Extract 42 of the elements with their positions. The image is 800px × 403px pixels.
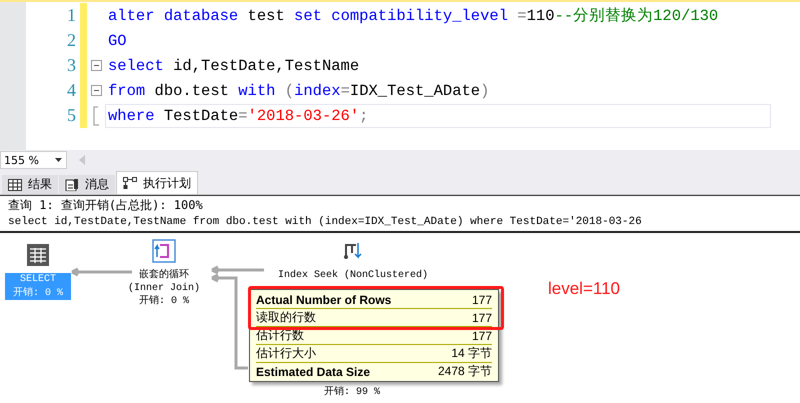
annotation-text: level=110	[548, 279, 620, 299]
plan-icon	[123, 177, 137, 189]
document-icon	[65, 178, 79, 190]
code-line: alter database test set compatibility_level =110--分别替换为120/130	[107, 6, 720, 27]
result-tab[interactable]: 结果	[2, 175, 58, 194]
line-number: 3	[66, 55, 76, 76]
property-value: 177	[472, 328, 492, 342]
fold-end-icon	[93, 106, 99, 126]
query-sql-text: select id,TestDate,TestName from dbo.test with (index=IDX_Test_ADate) where TestDate='2018-03-26	[0, 214, 800, 233]
operator-cost: 开销: 0 %	[138, 295, 189, 308]
property-value: 177	[472, 292, 492, 306]
property-value: 14 字节	[451, 345, 492, 362]
zoom-dropdown[interactable]: 155 %	[0, 151, 67, 169]
line-number: 5	[66, 105, 76, 126]
collapse-icon	[90, 85, 102, 96]
code-line: select id,TestDate,TestName	[107, 56, 360, 76]
line-number: 1	[66, 5, 76, 26]
property-name: Actual Number of Rows	[256, 292, 392, 306]
collapse-icon	[90, 60, 102, 71]
scroll-left-icon[interactable]	[79, 155, 85, 165]
loop-icon	[152, 239, 176, 263]
code-line: GO	[107, 30, 128, 52]
flow-arrow	[70, 268, 134, 276]
property-value: 2478 字节	[438, 363, 492, 380]
code-line: from dbo.test with (index=IDX_Test_ADate)	[107, 80, 490, 102]
property-name: 估计行大小	[256, 345, 316, 362]
result-tab[interactable]: 执行计划	[116, 171, 198, 194]
property-name: Estimated Data Size	[256, 364, 370, 378]
line-number: 2	[66, 30, 76, 51]
caret-icon	[55, 158, 62, 162]
table-icon	[26, 243, 50, 267]
operator-name: 嵌套的循环	[139, 269, 189, 282]
property-name: 读取的行数	[256, 309, 316, 326]
operator-cost: 开销: 99 %	[324, 386, 380, 399]
grid-icon	[8, 178, 22, 190]
query-cost-text: 查询 1: 查询开销(占总批): 100%	[7, 197, 204, 214]
operator-name: Index Seek (NonClustered)	[278, 269, 428, 282]
line-number: 4	[66, 80, 76, 101]
property-value: 177	[472, 310, 492, 324]
result-tab[interactable]: 消息	[59, 175, 115, 194]
code-editor[interactable]: 1 alter database test set compatibility_level =110--分别替换为120/130 2 GO 3 select id,TestDate,TestName 4 from dbo.test with (index=IDX_Test_ADate) 5 where TestDate='2018-03-26';	[0, 0, 800, 150]
operator-type: (Inner Join)	[128, 282, 200, 295]
